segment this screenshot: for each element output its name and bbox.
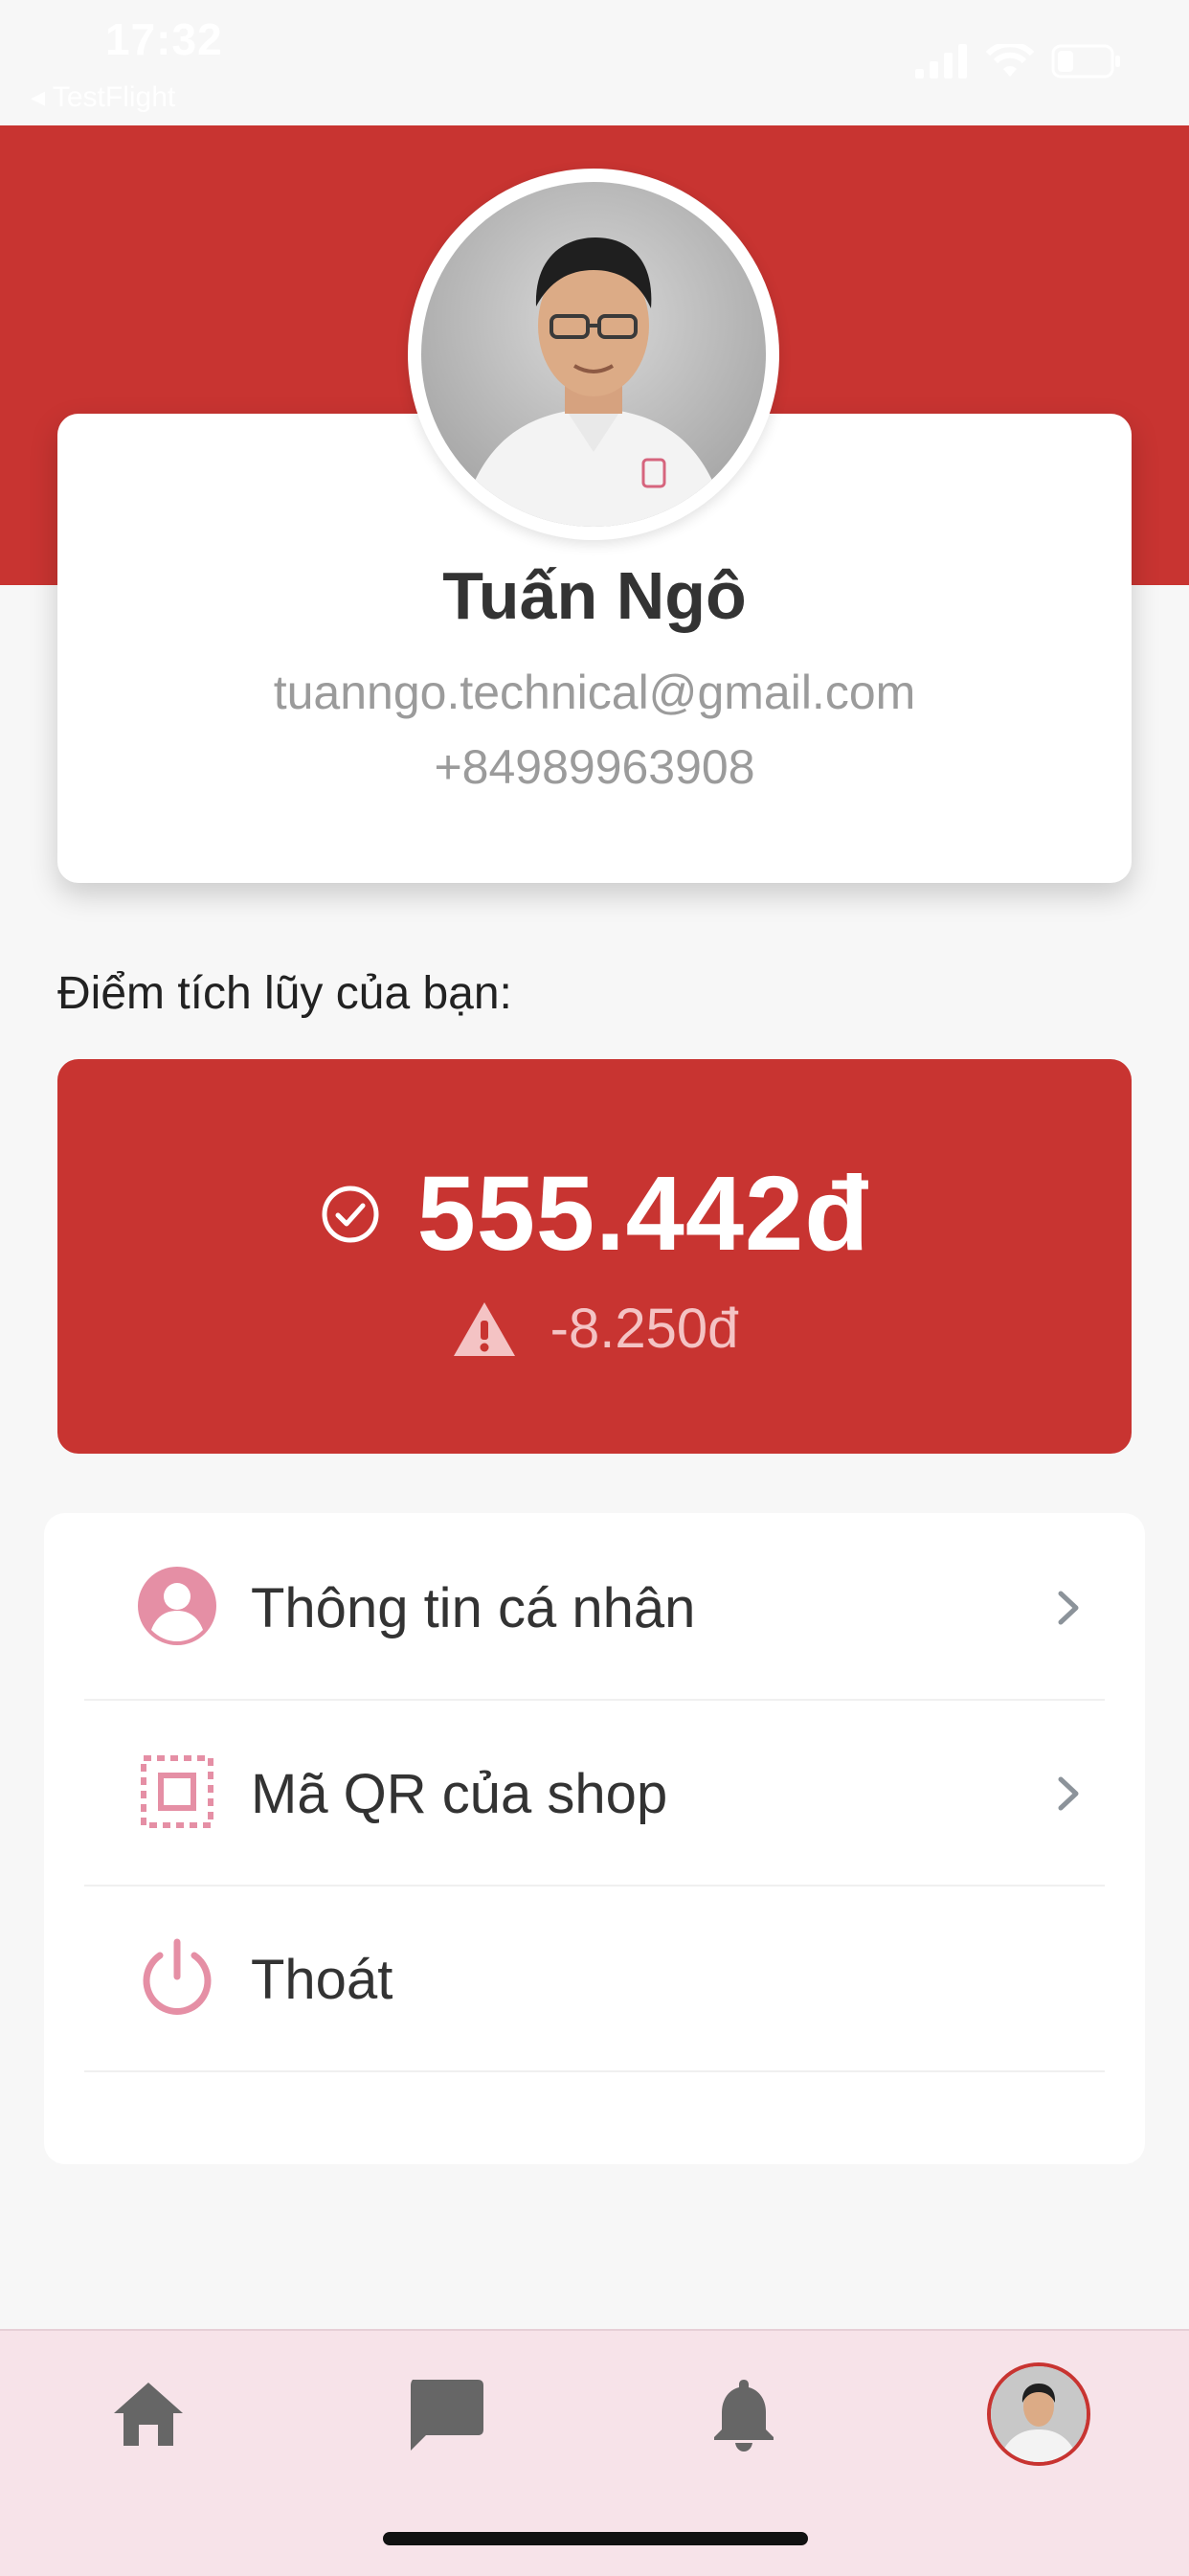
avatar-photo (421, 182, 766, 527)
nav-chat[interactable] (383, 2352, 507, 2476)
menu-item-shop-qr[interactable]: Mã QR của shop (84, 1699, 1105, 1887)
points-row: 555.442đ (57, 1153, 1132, 1275)
nav-profile-avatar (987, 2362, 1090, 2466)
bell-icon (714, 2380, 774, 2452)
profile-avatar[interactable] (408, 169, 779, 540)
chat-icon (411, 2380, 483, 2451)
qr-scan-icon (141, 1755, 213, 1828)
profile-email: tuanngo.technical@gmail.com (273, 666, 916, 719)
points-value: 555.442đ (416, 1155, 870, 1273)
profile-name: Tuấn Ngô (442, 558, 747, 633)
back-to-app-link[interactable]: ◂ TestFlight (31, 80, 175, 114)
points-change: -8.250đ (550, 1298, 739, 1360)
check-circle-icon (322, 1186, 379, 1242)
menu-item-label: Mã QR của shop (251, 1763, 668, 1825)
status-time: 17:32 (105, 14, 223, 64)
chevron-right-icon (1058, 1776, 1079, 1811)
menu-card: Thông tin cá nhân Mã QR của shop Thoát (44, 1513, 1145, 2164)
home-icon (114, 2383, 183, 2446)
menu-item-logout[interactable]: Thoát (84, 1885, 1105, 2072)
power-icon (143, 1938, 212, 2015)
nav-home[interactable] (86, 2352, 211, 2476)
nav-notifications[interactable] (682, 2352, 806, 2476)
user-circle-icon (138, 1567, 216, 1645)
menu-item-label: Thông tin cá nhân (251, 1577, 696, 1639)
wifi-icon (986, 44, 1034, 77)
profile-phone: +84989963908 (434, 740, 755, 794)
points-label: Điểm tích lũy của bạn: (57, 968, 512, 1019)
status-bar: 17:32 ◂ TestFlight (0, 0, 1189, 124)
battery-icon (1051, 44, 1120, 79)
nav-profile[interactable] (976, 2352, 1101, 2476)
points-change-row: -8.250đ (57, 1297, 1132, 1361)
home-indicator (383, 2532, 808, 2545)
menu-item-label: Thoát (251, 1949, 393, 2011)
points-card: 555.442đ -8.250đ (57, 1059, 1132, 1454)
warning-icon (453, 1301, 515, 1356)
signal-icon (915, 44, 967, 79)
chevron-right-icon (1058, 1591, 1079, 1625)
status-icons (915, 44, 1122, 79)
menu-item-personal-info[interactable]: Thông tin cá nhân (84, 1513, 1105, 1701)
